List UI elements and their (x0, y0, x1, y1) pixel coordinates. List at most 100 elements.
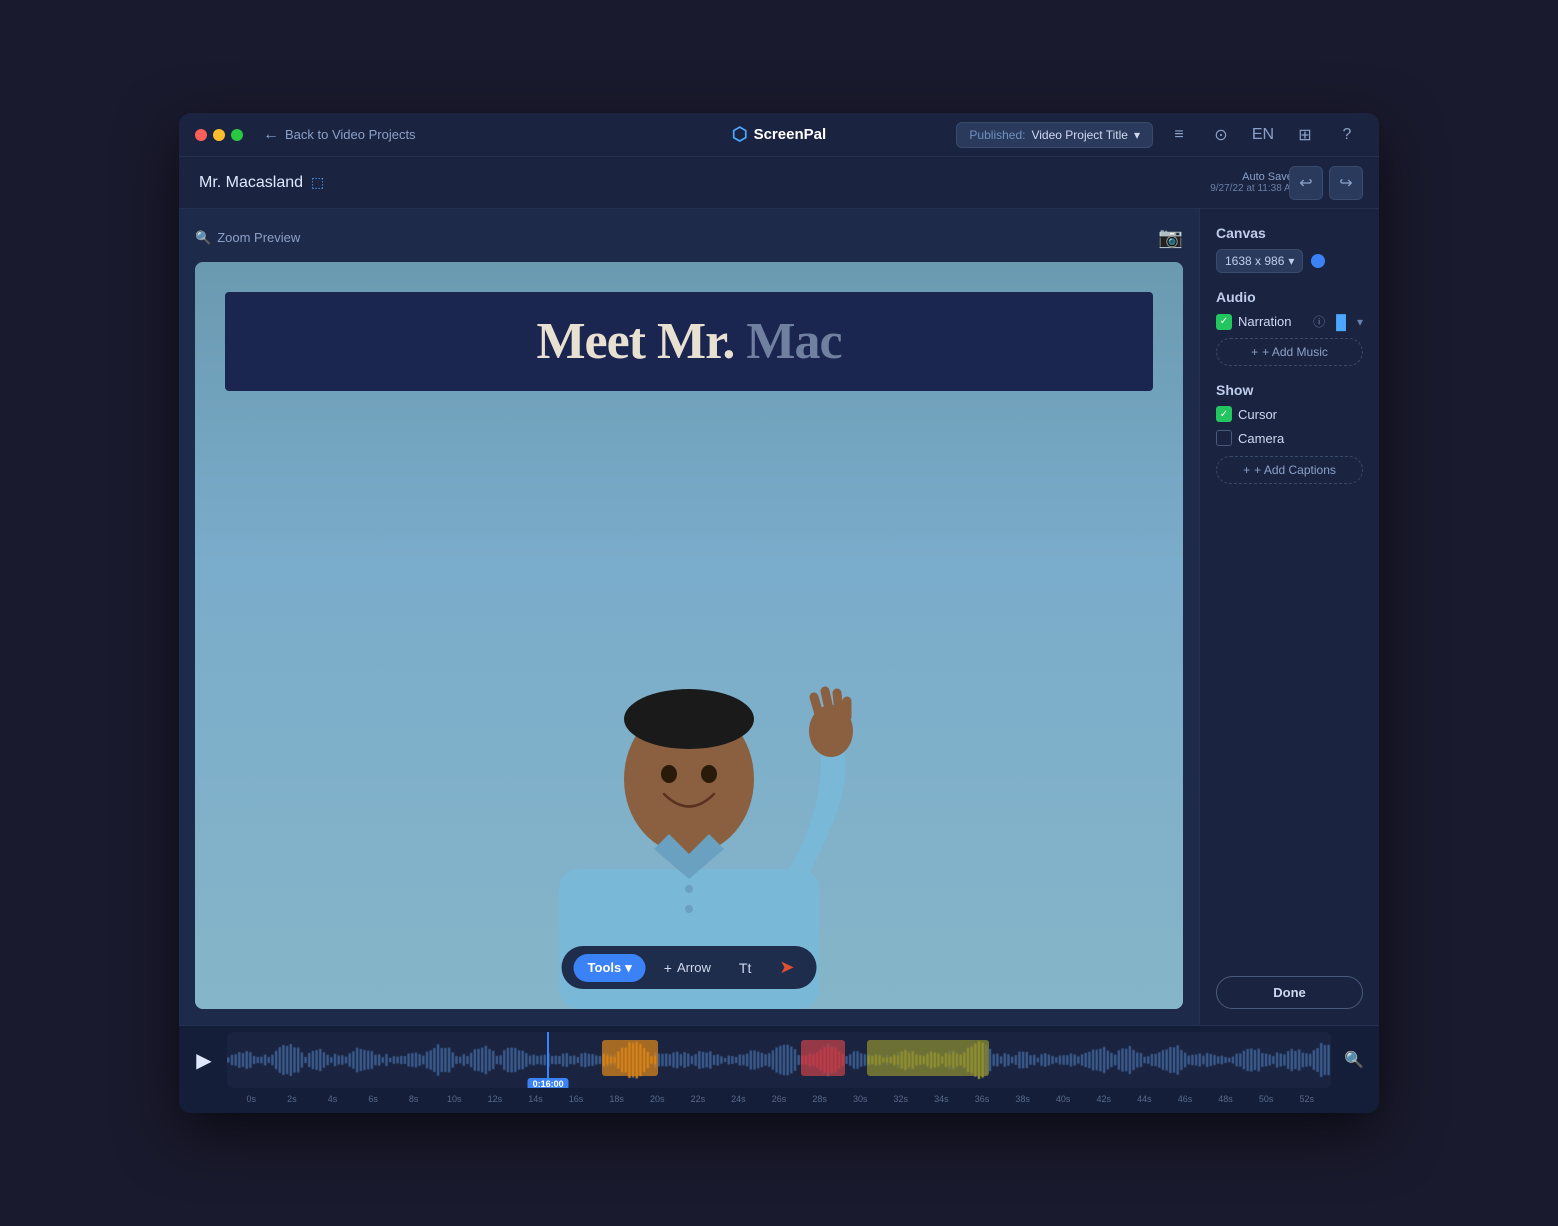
time-label: 38s (1002, 1094, 1043, 1112)
text-icon: Tt (739, 960, 751, 976)
video-frame: Meet Mr. Mac (195, 262, 1183, 1009)
narration-label: Narration (1238, 314, 1307, 329)
audio-section: Audio Narration ⓘ ▐▌ ▾ + + Add Music (1216, 289, 1363, 366)
time-label: 14s (515, 1094, 556, 1112)
clock-icon-btn[interactable]: ⊙ (1205, 119, 1237, 151)
resolution-text: 1638 x 986 (1225, 254, 1284, 268)
publish-label: Published: (969, 128, 1025, 142)
minimize-dot[interactable] (213, 129, 225, 141)
time-label: 48s (1205, 1094, 1246, 1112)
canvas-section: Canvas 1638 x 986 ▾ (1216, 225, 1363, 273)
timeline-segment-olive (867, 1040, 988, 1076)
back-nav[interactable]: ← Back to Video Projects (263, 126, 416, 144)
time-label: 22s (678, 1094, 719, 1112)
video-area: 🔍 Zoom Preview 📷 Meet Mr. Mac (179, 209, 1199, 1025)
done-label: Done (1273, 985, 1306, 1000)
play-button[interactable]: ▶ (187, 1043, 221, 1077)
current-time-badge: 0:16:00 (528, 1078, 569, 1088)
cursor-icon: ➤ (779, 957, 794, 978)
time-label: 30s (840, 1094, 881, 1112)
tools-label: Tools (588, 960, 622, 975)
time-label: 4s (312, 1094, 353, 1112)
camera-checkbox[interactable] (1216, 430, 1232, 446)
person-silhouette (509, 579, 869, 1009)
back-arrow-icon: ← (263, 126, 279, 144)
publish-button[interactable]: Published: Video Project Title ▾ (956, 122, 1153, 148)
help-icon-btn[interactable]: ? (1331, 119, 1363, 151)
time-label: 26s (759, 1094, 800, 1112)
add-music-plus-icon: + (1251, 345, 1258, 359)
zoom-preview[interactable]: 🔍 Zoom Preview (195, 230, 300, 246)
narration-checkbox[interactable] (1216, 314, 1232, 330)
time-label: 12s (475, 1094, 516, 1112)
time-label: 16s (556, 1094, 597, 1112)
cursor-label: Cursor (1238, 407, 1277, 422)
maximize-dot[interactable] (231, 129, 243, 141)
timeline-search-button[interactable]: 🔍 (1337, 1043, 1371, 1077)
project-title-group: Mr. Macasland ⬚ (199, 174, 324, 192)
waveform-canvas[interactable] (227, 1032, 1331, 1088)
timeline-segment-red (801, 1040, 845, 1076)
toolbar: Mr. Macasland ⬚ Auto Saved 9/27/22 at 11… (179, 157, 1379, 209)
layers-icon-btn[interactable]: ≡ (1163, 119, 1195, 151)
time-label: 36s (962, 1094, 1003, 1112)
tools-button[interactable]: Tools ▾ (574, 954, 646, 982)
title-bar: ← Back to Video Projects ⬡ ScreenPal Pub… (179, 113, 1379, 157)
plus-icon: + (664, 960, 672, 976)
camera-icon: 📷 (1158, 227, 1183, 249)
layers-icon: ≡ (1174, 126, 1183, 144)
time-label: 50s (1246, 1094, 1287, 1112)
add-captions-button[interactable]: + + Add Captions (1216, 456, 1363, 484)
close-dot[interactable] (195, 129, 207, 141)
timeline-segment-orange (602, 1040, 657, 1076)
redo-button[interactable]: ↪ (1329, 166, 1363, 200)
arrow-tool[interactable]: + Arrow (654, 955, 721, 981)
chevron-down-icon: ▾ (1134, 128, 1140, 142)
time-label: 40s (1043, 1094, 1084, 1112)
project-title-text: Mr. Macasland (199, 174, 303, 192)
timeline: ▶ 0:16:00 🔍 0s2s4s6s8s10s12s14s16s18s (179, 1025, 1379, 1113)
time-label: 24s (718, 1094, 759, 1112)
language-btn[interactable]: EN (1247, 119, 1279, 151)
time-label: 52s (1286, 1094, 1327, 1112)
undo-button[interactable]: ↩ (1289, 166, 1323, 200)
banner-highlight: Mac (746, 313, 841, 370)
play-icon: ▶ (196, 1048, 211, 1073)
edit-icon[interactable]: ⬚ (311, 174, 324, 191)
time-label: 28s (799, 1094, 840, 1112)
time-label: 34s (921, 1094, 962, 1112)
traffic-lights (195, 129, 243, 141)
canvas-title: Canvas (1216, 225, 1363, 241)
screenshot-button[interactable]: 📷 (1158, 225, 1183, 250)
title-bar-right: Published: Video Project Title ▾ ≡ ⊙ EN … (956, 119, 1363, 151)
publish-title: Video Project Title (1031, 128, 1128, 142)
zoom-icon: 🔍 (195, 230, 211, 246)
tools-chevron-icon: ▾ (625, 960, 632, 976)
search-icon: 🔍 (1344, 1050, 1364, 1070)
add-music-button[interactable]: + + Add Music (1216, 338, 1363, 366)
time-label: 44s (1124, 1094, 1165, 1112)
info-icon[interactable]: ⓘ (1313, 313, 1325, 330)
auto-saved-group: Auto Saved 9/27/22 at 11:38 AM (1210, 171, 1299, 194)
resolution-button[interactable]: 1638 x 986 ▾ (1216, 249, 1303, 273)
cursor-checkbox[interactable] (1216, 406, 1232, 422)
cursor-tool[interactable]: ➤ (769, 952, 804, 983)
resolution-dot (1311, 254, 1325, 268)
text-tool[interactable]: Tt (729, 955, 761, 981)
title-banner: Meet Mr. Mac (225, 292, 1153, 391)
app-window: ← Back to Video Projects ⬡ ScreenPal Pub… (179, 113, 1379, 1113)
canvas-resolution: 1638 x 986 ▾ (1216, 249, 1363, 273)
time-label: 46s (1165, 1094, 1206, 1112)
playhead: 0:16:00 (547, 1032, 549, 1088)
show-section: Show Cursor Camera + + Add Captions (1216, 382, 1363, 484)
back-label: Back to Video Projects (285, 127, 416, 142)
done-button[interactable]: Done (1216, 976, 1363, 1009)
narration-chevron-icon[interactable]: ▾ (1357, 315, 1363, 329)
audio-bars-icon[interactable]: ▐▌ (1331, 314, 1351, 330)
time-label: 20s (637, 1094, 678, 1112)
logo-icon: ⬡ (732, 124, 748, 145)
stack-icon-btn[interactable]: ⊞ (1289, 119, 1321, 151)
camera-row: Camera (1216, 430, 1363, 446)
video-background: Meet Mr. Mac (195, 262, 1183, 1009)
timeline-ruler: 0s2s4s6s8s10s12s14s16s18s20s22s24s26s28s… (179, 1094, 1379, 1112)
